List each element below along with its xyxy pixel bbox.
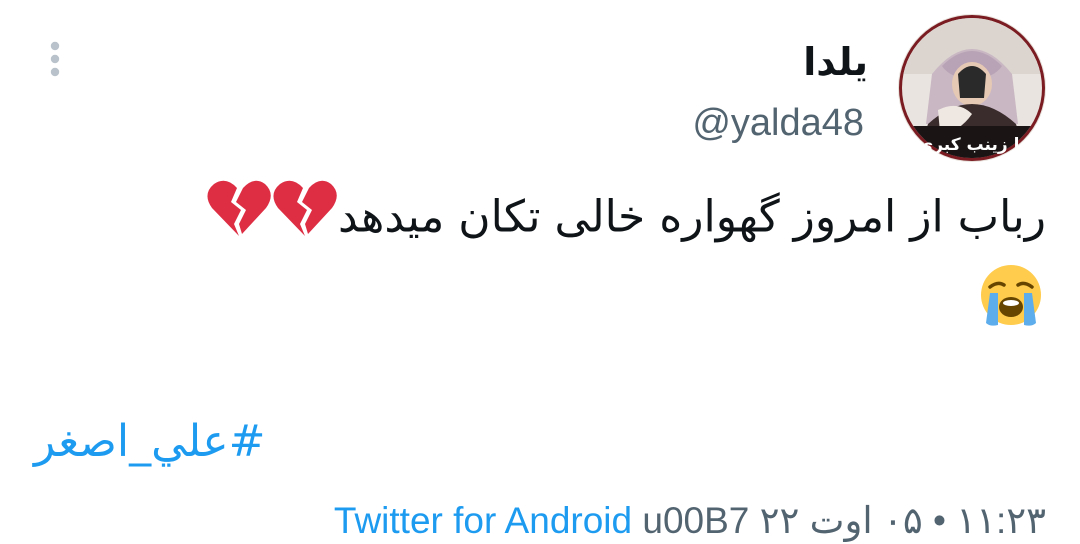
more-options-button[interactable]	[38, 40, 72, 82]
avatar[interactable]: یا زینب کبری	[898, 14, 1046, 162]
tweet-text: رباب از امروز گهواره خالی تکان میدهد	[60, 176, 1046, 354]
emoji-row	[60, 263, 1046, 354]
loudly-crying-face-emoji	[976, 263, 1046, 354]
more-vertical-icon	[49, 39, 61, 83]
tweet-body: رباب از امروز گهواره خالی تکان میدهد	[338, 191, 1046, 243]
broken-heart-emoji	[206, 176, 272, 263]
hashtag-link[interactable]: #علي_اصغر	[34, 414, 265, 470]
tweet-meta: Twitter for Android u00B7 ۱۱:۲۳ • ۰۵ اوت…	[334, 498, 1046, 544]
avatar-caption: یا زینب کبری	[918, 135, 1027, 155]
broken-heart-emoji	[272, 176, 338, 263]
timestamp[interactable]: ۱۱:۲۳ • ۰۵ اوت ۲۲	[760, 500, 1046, 541]
source-link[interactable]: Twitter for Android	[334, 500, 632, 541]
tweet-card: یا زینب کبری يلدا @yalda48 رباب از امروز…	[0, 0, 1080, 544]
author-display-name[interactable]: يلدا	[803, 38, 868, 86]
author-handle[interactable]: @yalda48	[692, 100, 864, 146]
meta-separator: u00B7	[632, 500, 760, 541]
